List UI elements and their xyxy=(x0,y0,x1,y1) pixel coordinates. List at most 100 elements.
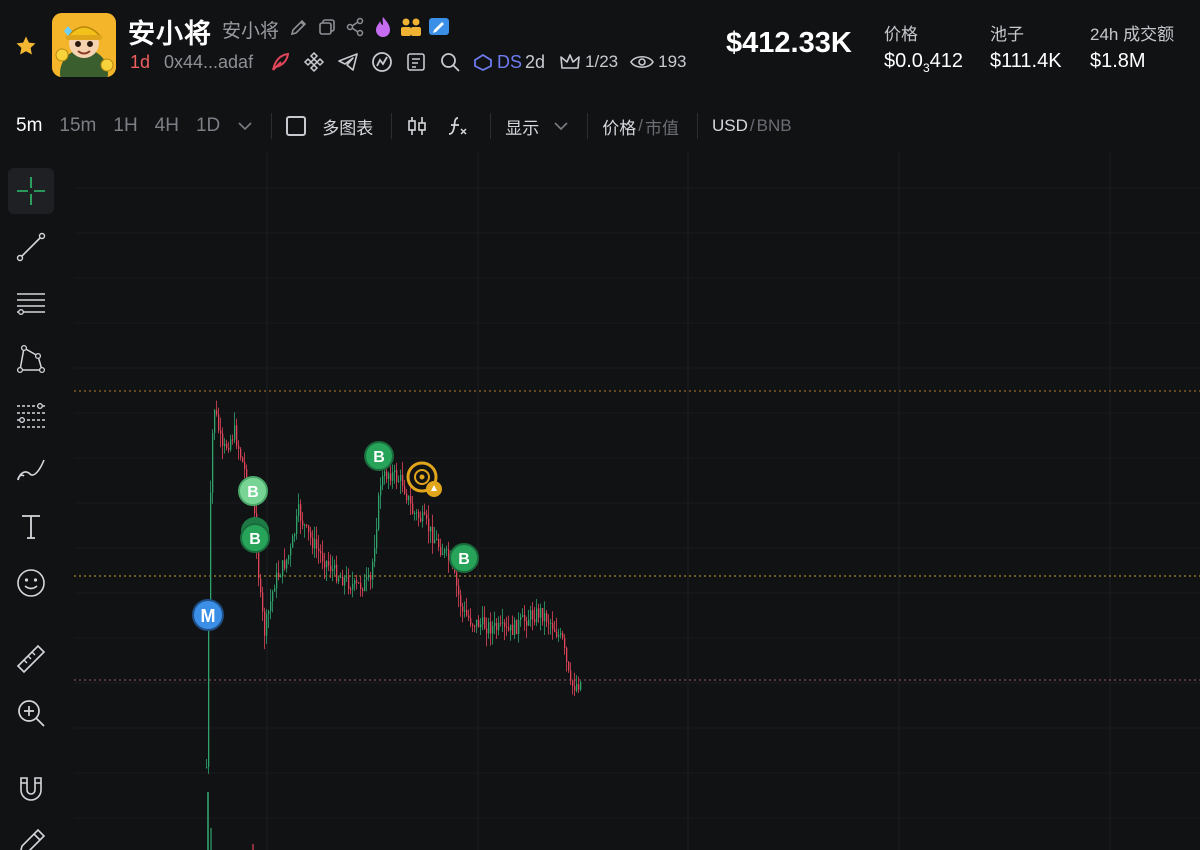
candle-body xyxy=(338,577,340,582)
candle-body xyxy=(312,537,314,549)
crosshair-tool[interactable] xyxy=(8,168,54,214)
candle-body xyxy=(386,471,388,480)
candle-body xyxy=(490,622,492,634)
feather-icon[interactable] xyxy=(268,50,292,74)
candle-body xyxy=(416,512,418,514)
candle-body xyxy=(484,617,486,629)
candle-body xyxy=(390,473,392,481)
multi-chart-checkbox[interactable] xyxy=(286,116,307,136)
candle-body xyxy=(514,619,516,635)
star-icon[interactable] xyxy=(14,34,38,58)
candle-body xyxy=(240,449,242,458)
mint-marker[interactable]: M xyxy=(192,599,224,631)
ruler-tool[interactable] xyxy=(8,636,54,682)
ds-badge[interactable]: DS 2d xyxy=(472,52,545,73)
magnet-tool[interactable] xyxy=(8,766,54,812)
holders-badge[interactable]: 1/23 xyxy=(559,52,618,72)
share-icon[interactable] xyxy=(344,16,366,38)
multi-chart-toggle[interactable]: 多图表 xyxy=(286,114,373,139)
candlestick-chart[interactable]: M B B B B xyxy=(62,152,1200,850)
candle-body xyxy=(212,433,214,493)
telegram-icon[interactable] xyxy=(336,50,360,74)
horizontal-lines-tool[interactable] xyxy=(8,280,54,326)
candle-body xyxy=(434,539,436,544)
candle-body xyxy=(216,410,218,415)
timeframe-1d[interactable]: 1D xyxy=(196,115,220,137)
bnb-icon[interactable] xyxy=(302,50,326,74)
candle-body xyxy=(578,684,580,690)
candle-body xyxy=(292,536,294,548)
candle-body xyxy=(274,588,276,592)
candle-body xyxy=(296,515,298,534)
header-actions xyxy=(288,16,450,38)
candle-body xyxy=(218,414,220,431)
zoom-tool[interactable] xyxy=(8,690,54,736)
usd-toggle[interactable]: USD xyxy=(712,116,748,136)
candle-body xyxy=(444,549,446,554)
buy-marker[interactable]: B xyxy=(240,517,270,553)
trend-line-tool[interactable] xyxy=(8,224,54,270)
candle-body xyxy=(404,486,406,494)
search-icon[interactable] xyxy=(438,50,462,74)
toolbar-divider xyxy=(697,113,698,139)
token-header: 安小将 安小将 1d 0x44...adaf DS 2d 1/23 193 $4… xyxy=(0,0,1200,92)
brush-tool[interactable] xyxy=(8,448,54,494)
timeframe-1h[interactable]: 1H xyxy=(113,115,137,137)
candle-body xyxy=(272,591,274,602)
fib-tool[interactable] xyxy=(8,392,54,438)
price-label: 价格 xyxy=(884,25,918,44)
candle-body xyxy=(368,575,370,578)
price-chart[interactable]: M B B B B xyxy=(62,152,1200,850)
timeframe-5m[interactable]: 5m xyxy=(16,115,42,137)
chart-logo-icon[interactable] xyxy=(370,50,394,74)
candle-body xyxy=(384,471,386,476)
candle-body xyxy=(506,626,508,628)
timeframe-15m[interactable]: 15m xyxy=(59,115,96,137)
candle-body xyxy=(496,622,498,631)
buy-marker[interactable]: B xyxy=(364,441,394,471)
buy-marker[interactable]: B xyxy=(449,543,479,573)
notes-icon[interactable] xyxy=(404,50,428,74)
candle-body xyxy=(392,472,394,481)
candle-body xyxy=(394,470,396,473)
price-mcap-toggle[interactable]: 价格 / 市值 xyxy=(602,114,679,139)
indicators-icon[interactable] xyxy=(446,114,470,138)
eye-icon xyxy=(630,55,655,69)
candle-body xyxy=(346,576,348,578)
buy-marker[interactable]: B xyxy=(238,476,268,506)
candle-body xyxy=(282,560,284,577)
market-value-toggle[interactable]: 市值 xyxy=(645,114,679,139)
candle-body xyxy=(542,607,544,622)
currency-toggle[interactable]: USD / BNB xyxy=(712,116,792,136)
display-dropdown[interactable]: 显示 xyxy=(505,114,569,139)
price-toggle[interactable]: 价格 xyxy=(602,114,636,139)
copy-icon[interactable] xyxy=(316,16,338,38)
candle-body xyxy=(398,480,400,482)
toolbar-divider xyxy=(271,113,273,139)
candles-icon[interactable] xyxy=(406,114,428,138)
pencil-tool[interactable] xyxy=(8,820,54,850)
edit-icon[interactable] xyxy=(288,16,310,38)
candle-body xyxy=(526,621,528,626)
candle-body xyxy=(308,525,310,533)
candle-body xyxy=(264,611,266,636)
bnb-toggle[interactable]: BNB xyxy=(757,116,792,136)
contract-address[interactable]: 0x44...adaf xyxy=(164,52,253,73)
timeframe-4h[interactable]: 4H xyxy=(155,115,179,137)
candle-body xyxy=(438,538,440,547)
candle-body xyxy=(442,553,444,555)
pattern-tool[interactable] xyxy=(8,336,54,382)
chevron-down-icon[interactable] xyxy=(237,121,253,131)
dev-marker[interactable] xyxy=(406,461,442,497)
candle-body xyxy=(388,473,390,480)
candle-body xyxy=(262,592,264,612)
candle-body xyxy=(574,686,576,691)
ds-value: 2d xyxy=(525,51,546,72)
text-tool[interactable] xyxy=(8,504,54,550)
candle-body xyxy=(580,681,582,690)
candle-body xyxy=(456,572,458,586)
candle-body xyxy=(524,614,526,622)
candle-body xyxy=(320,551,322,554)
emoji-tool[interactable] xyxy=(8,560,54,606)
brush-icon xyxy=(17,459,45,481)
